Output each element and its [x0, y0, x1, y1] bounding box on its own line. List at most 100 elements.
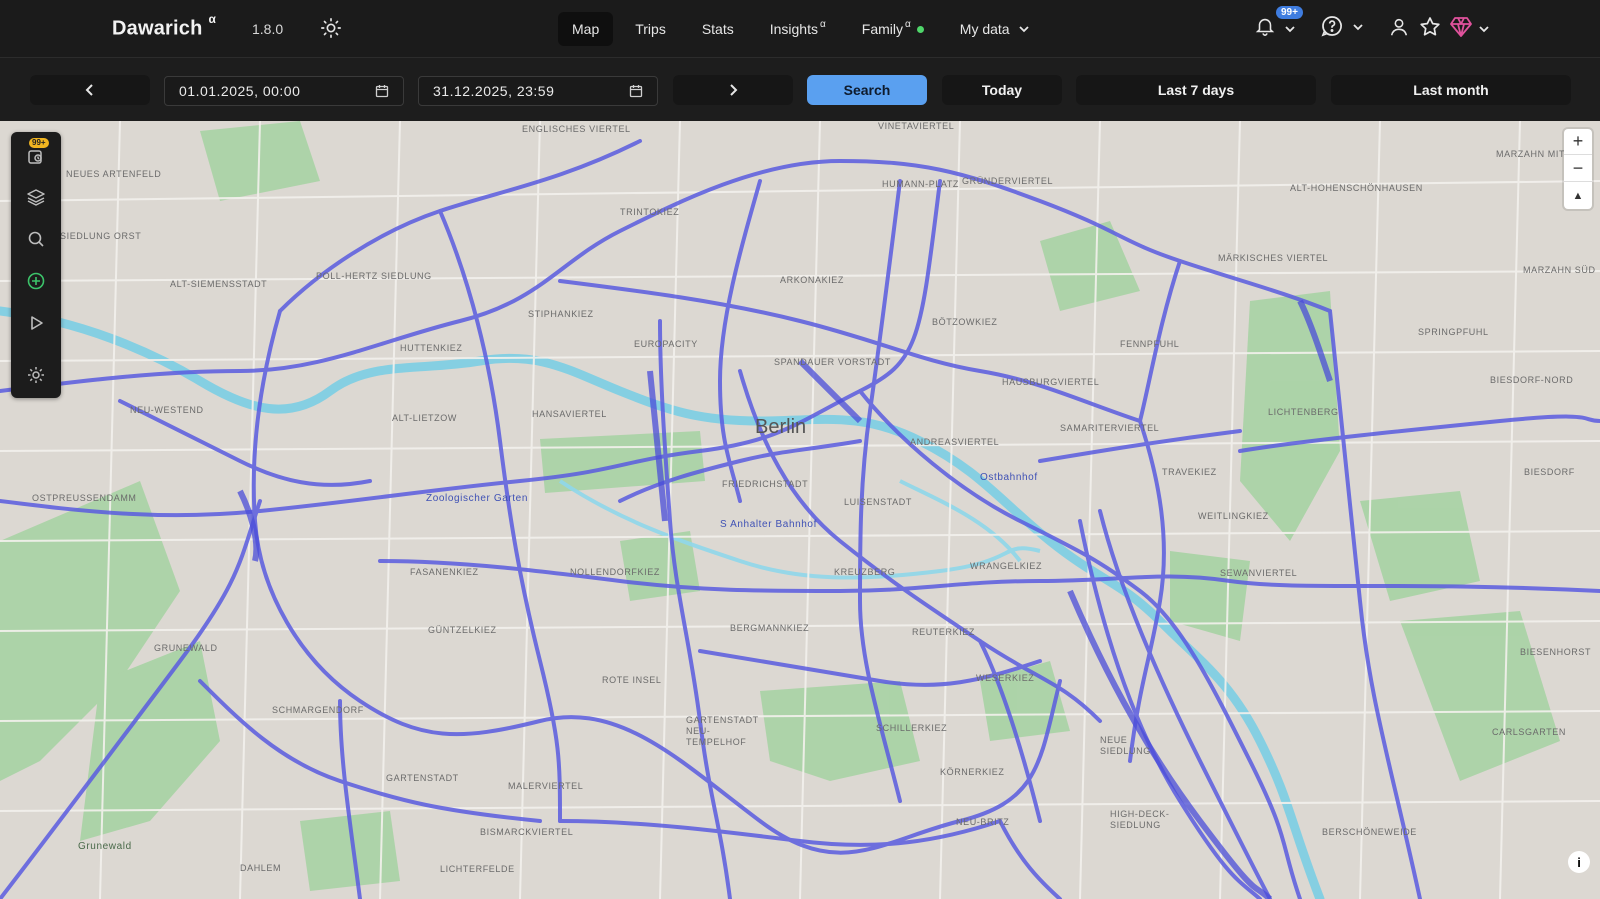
search-icon[interactable] [26, 229, 46, 249]
map-label: LICHTENBERG [1268, 407, 1339, 417]
attribution-info-button[interactable]: i [1568, 851, 1590, 873]
map-label: SPRINGPFUHL [1418, 327, 1489, 337]
gem-icon[interactable] [1449, 15, 1479, 45]
map-label: KREUZBERG [834, 567, 896, 577]
chevron-down-icon [1018, 26, 1029, 33]
map-label: ENGLISCHES VIERTEL [522, 124, 631, 134]
map-label: WEITLINGKIEZ [1198, 511, 1269, 521]
map-tools-sidebar: 99+ [11, 132, 61, 398]
map-label: REUTERKIEZ [912, 627, 976, 637]
map-label: CARLSGARTEN [1492, 727, 1566, 737]
map-label: ROTE INSEL [602, 675, 662, 685]
chevron-right-icon [730, 84, 738, 96]
map-label: SEWANVIERTEL [1220, 568, 1298, 578]
park-areas [0, 121, 1560, 891]
map-label: POLL-HERTZ SIEDLUNG [316, 271, 432, 281]
map-view[interactable]: Berlin ENGLISCHES VIERTEL VINETAVIERTEL … [0, 121, 1600, 899]
sidebar-badge: 99+ [29, 138, 49, 148]
nav-insights-label: Insights [769, 21, 818, 37]
prev-period-button[interactable] [30, 75, 150, 105]
chevron-down-icon[interactable] [1284, 23, 1296, 35]
map-label: BIESENHORST [1520, 647, 1592, 657]
map-label: GARTENSTADT [386, 773, 459, 783]
map-label: GRÜNDERVIERTEL [962, 176, 1054, 186]
today-button[interactable]: Today [942, 75, 1062, 105]
station-label: Zoologischer Garten [426, 493, 529, 504]
next-period-button[interactable] [673, 75, 793, 105]
map-label: BIESDORF-NORD [1490, 375, 1574, 385]
zoom-out-button[interactable]: − [1564, 156, 1592, 182]
start-date-value: 01.01.2025, 00:00 [179, 83, 301, 99]
user-icon[interactable] [1388, 16, 1418, 46]
map-label: ARKONAKIEZ [780, 275, 845, 285]
map-label: BIESDORF [1524, 467, 1575, 477]
nav-stats[interactable]: Stats [688, 12, 748, 46]
nav-my-data[interactable]: My data [946, 12, 1044, 46]
zoom-in-button[interactable]: + [1564, 129, 1592, 155]
nav-family-label: Family [861, 21, 903, 37]
nav-map[interactable]: Map [558, 12, 614, 46]
start-date-input[interactable]: 01.01.2025, 00:00 [164, 76, 404, 106]
station-label: Grunewald [78, 841, 132, 852]
end-date-input[interactable]: 31.12.2025, 23:59 [418, 76, 658, 106]
map-label: WRANGELKIEZ [970, 561, 1043, 571]
map-label: NEU-WESTEND [130, 405, 204, 415]
search-button[interactable]: Search [807, 75, 927, 105]
map-label: NEUE SIEDLUNG [1100, 735, 1151, 756]
map-label: FENNPFUHL [1120, 339, 1180, 349]
map-label: STIPHANKIEZ [528, 309, 594, 319]
compass-reset-button[interactable]: ▲ [1564, 183, 1592, 209]
nav-trips[interactable]: Trips [621, 12, 680, 46]
help-icon[interactable] [1320, 14, 1350, 44]
map-label: GARTENSTADT NEU-TEMPELHOF [686, 715, 759, 747]
nav-map-label: Map [572, 21, 600, 37]
date-toolbar: 01.01.2025, 00:00 31.12.2025, 23:59 Sear… [0, 58, 1600, 121]
station-label: S Anhalter Bahnhof [720, 519, 817, 530]
sun-icon[interactable] [320, 17, 344, 41]
insights-alpha-sup: α [819, 18, 826, 30]
map-label: NEUES ARTENFELD [66, 169, 162, 179]
app-brand[interactable]: Dawarich α [112, 12, 216, 41]
notifications-badge: 99+ [1276, 6, 1303, 19]
app-version: 1.8.0 [252, 21, 284, 37]
last-month-button[interactable]: Last month [1331, 75, 1571, 105]
map-label: HUTTENKIEZ [400, 343, 463, 353]
layers-icon[interactable] [26, 187, 46, 207]
map-label: HUMANN-PLATZ [882, 179, 960, 189]
map-label: LUISENSTADT [844, 497, 912, 507]
street-grid [0, 121, 1600, 899]
map-label: HIGH-DECK-SIEDLUNG [1110, 809, 1170, 830]
add-place-icon[interactable] [26, 271, 46, 291]
last-7-days-button[interactable]: Last 7 days [1076, 75, 1316, 105]
map-label: ALT-SIEMENSSTADT [170, 279, 268, 289]
gear-icon[interactable] [26, 365, 46, 385]
map-label: WESERKIEZ [976, 673, 1035, 683]
play-icon[interactable] [26, 313, 46, 333]
chevron-down-icon[interactable] [1352, 21, 1364, 33]
station-label: Ostbahnhof [980, 472, 1038, 483]
map-base-layer [0, 121, 1600, 899]
star-icon[interactable] [1418, 15, 1448, 45]
family-online-dot [916, 25, 924, 33]
map-label: TRINTOKIEZ [620, 207, 680, 217]
nav-stats-label: Stats [701, 21, 734, 37]
brand-name: Dawarich [112, 17, 203, 40]
map-label: LICHTERFELDE [440, 864, 515, 874]
zoom-controls: + − ▲ [1564, 129, 1592, 209]
nav-insights[interactable]: Insights α [756, 12, 840, 46]
map-label: VINETAVIERTEL [878, 121, 955, 131]
chevron-down-icon[interactable] [1478, 23, 1490, 35]
brand-alpha-sup: α [208, 12, 217, 26]
map-label: NOLLENDORFKIEZ [570, 567, 660, 577]
nav-family[interactable]: Family α [848, 12, 938, 46]
history-icon[interactable] [26, 146, 46, 166]
calendar-icon[interactable] [375, 84, 389, 98]
nav-trips-label: Trips [635, 21, 666, 37]
map-label: HAUSBURGVIERTEL [1002, 377, 1100, 387]
calendar-icon[interactable] [629, 84, 643, 98]
map-label: FASANENKIEZ [410, 567, 479, 577]
map-label: KÖRNERKIEZ [940, 767, 1005, 777]
map-label: SCHMARGENDORF [272, 705, 364, 715]
family-alpha-sup: α [905, 18, 911, 30]
map-label: ALT-LIETZOW [392, 413, 457, 423]
